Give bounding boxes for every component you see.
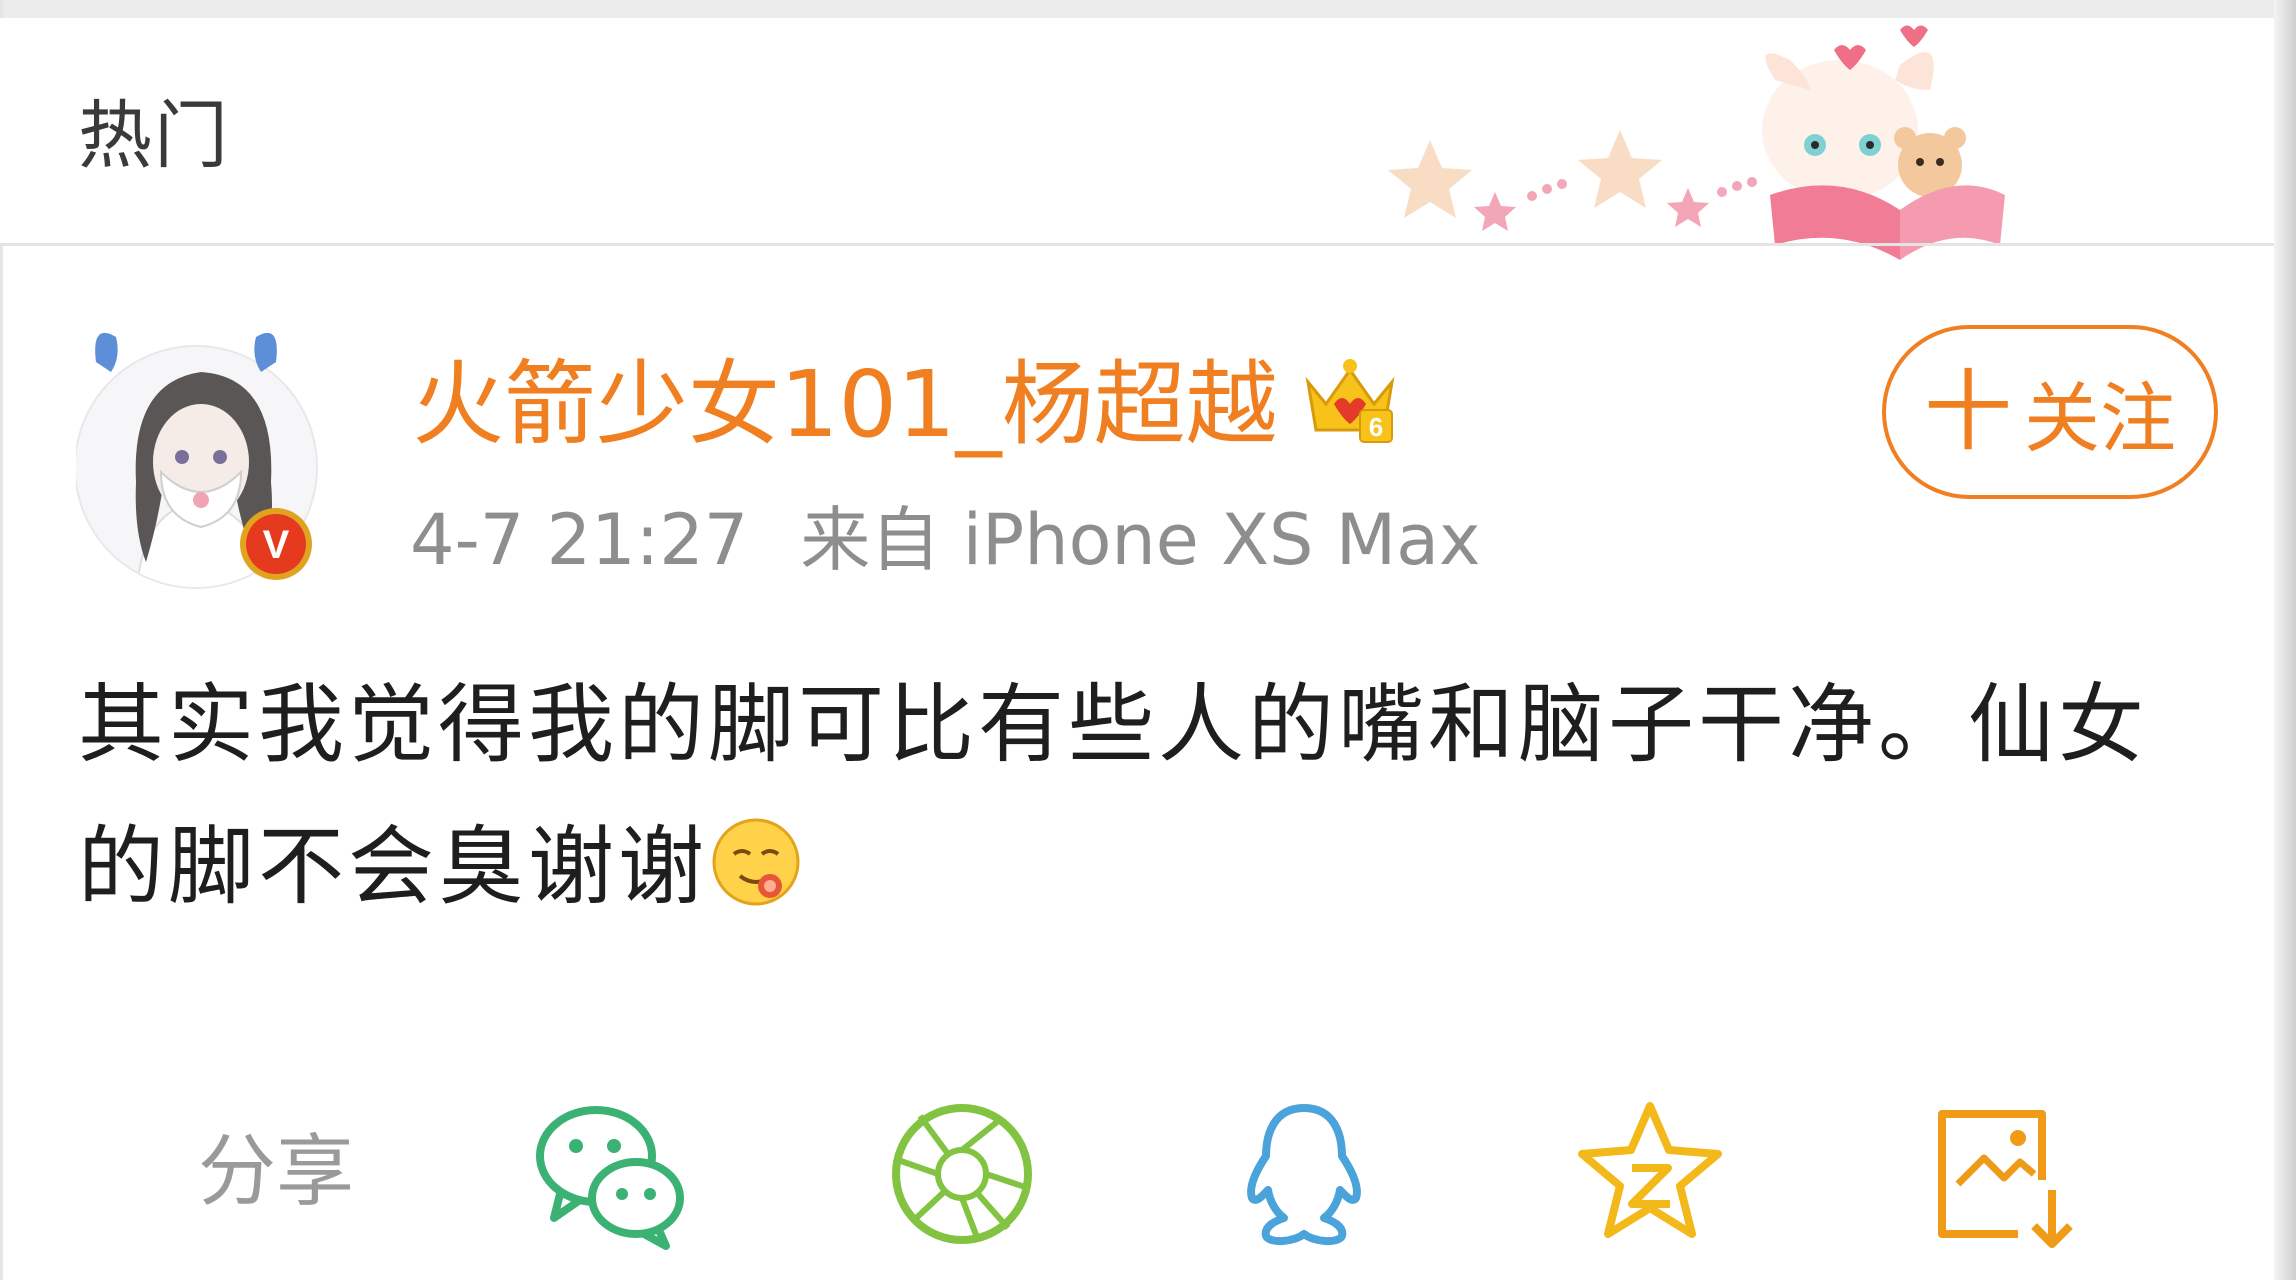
post-source: 来自 iPhone XS Max <box>800 499 1481 581</box>
header-divider <box>0 243 2274 246</box>
share-label: 分享 <box>198 1127 355 1217</box>
page-title: 热门 <box>78 93 230 179</box>
post-content: 其实我觉得我的脚可比有些人的嘴和脑子干净。仙女的脚不会臭谢谢 <box>78 654 2188 938</box>
save-image-icon[interactable] <box>1922 1094 2082 1254</box>
follow-button-label: 关注 <box>2024 374 2176 463</box>
avatar[interactable]: V <box>74 312 326 592</box>
book-icon <box>1770 185 2005 260</box>
small-star-icon <box>1667 188 1709 227</box>
post-time: 4-7 21:27 <box>410 499 749 581</box>
author-name[interactable]: 火箭少女101_杨超越 <box>412 350 1278 460</box>
follow-button[interactable]: 十关注 <box>1882 325 2218 499</box>
verified-badge-letter: V <box>263 523 290 567</box>
verified-badge-icon: V <box>240 508 312 580</box>
qq-icon[interactable] <box>1224 1094 1384 1254</box>
post-meta: 4-7 21:27 来自 iPhone XS Max <box>410 492 1480 588</box>
star-icon <box>1578 130 1662 208</box>
avatar-image: V <box>74 332 318 589</box>
moments-icon[interactable] <box>882 1094 1042 1254</box>
top-strip <box>0 0 2296 18</box>
crown-level-number: 6 <box>1369 412 1383 442</box>
star-icon <box>1388 140 1472 218</box>
post-text: 其实我觉得我的脚可比有些人的嘴和脑子干净。仙女的脚不会臭谢谢 <box>78 675 2148 917</box>
header-decoration-illustration <box>1388 25 2005 260</box>
plus-icon: 十 <box>1923 360 2012 463</box>
wechat-icon[interactable] <box>530 1094 690 1254</box>
qzone-icon[interactable] <box>1570 1094 1730 1254</box>
crown-level-icon: 6 <box>1305 359 1395 443</box>
right-edge-shadow <box>2274 0 2296 1280</box>
small-star-icon <box>1474 192 1516 231</box>
drooling-face-emoji-icon <box>712 818 800 906</box>
